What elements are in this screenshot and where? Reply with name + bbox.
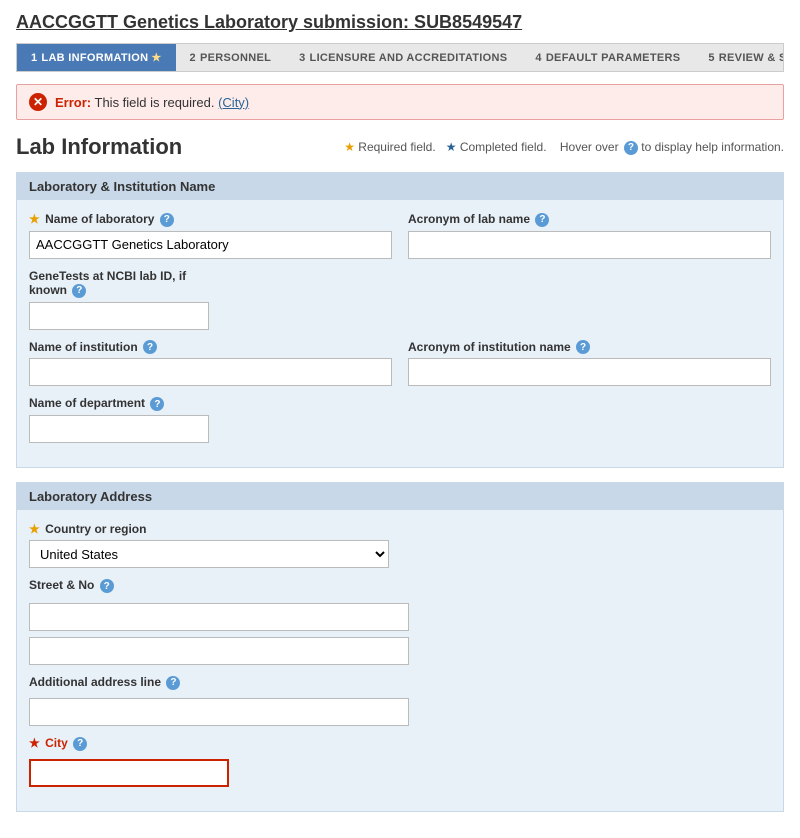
wizard-step-2[interactable]: 2 Personnel [176,44,286,71]
lab-section-title: Laboratory & Institution Name [17,173,783,200]
institution-help-icon[interactable]: ? [143,340,157,354]
acronym-lab-help-icon[interactable]: ? [535,213,549,227]
genetests-help-icon[interactable]: ? [72,284,86,298]
lab-name-label: ★ Name of laboratory ? [29,212,392,227]
step-label-1: Lab Information [41,52,148,64]
country-select-wrapper: United States Canada United Kingdom Aust… [29,540,389,568]
acronym-institution-help-icon[interactable]: ? [576,340,590,354]
step-num-5: 5 [708,52,714,64]
additional-input[interactable] [29,698,409,726]
institution-label: Name of institution ? [29,340,392,355]
country-group: ★ Country or region United States Canada… [29,522,389,568]
lab-name-input[interactable] [29,231,392,259]
additional-label: Additional address line ? [29,675,771,690]
step-num-4: 4 [535,52,541,64]
step-num-2: 2 [190,52,196,64]
lab-form-body: ★ Name of laboratory ? Acronym of lab na… [17,212,783,443]
genetests-label: GeneTests at NCBI lab ID, if known ? [29,269,209,298]
institution-group: Name of institution ? [29,340,392,387]
acronym-lab-group: Acronym of lab name ? [408,212,771,259]
error-icon: ✕ [29,93,47,111]
legend-help-icon[interactable]: ? [624,141,638,155]
street-label: Street & No ? [29,578,771,593]
acronym-lab-input[interactable] [408,231,771,259]
step-num-3: 3 [299,52,305,64]
department-help-icon[interactable]: ? [150,397,164,411]
lab-institution-section: Laboratory & Institution Name ★ Name of … [16,172,784,468]
completed-star-legend: ★ [446,140,457,154]
step-num-1: 1 [31,52,37,64]
step-label-2: Personnel [200,52,271,64]
error-text: Error: This field is required. (City) [55,95,249,110]
required-label: Required field. [358,140,435,154]
error-city-link[interactable]: (City) [218,95,249,110]
form-section-title: Lab Information [16,134,182,160]
department-label: Name of department ? [29,396,209,411]
acronym-lab-label: Acronym of lab name ? [408,212,771,227]
error-banner: ✕ Error: This field is required. (City) [16,84,784,120]
country-select[interactable]: United States Canada United Kingdom Aust… [29,540,389,568]
wizard-step-5[interactable]: 5 Review & Submit [694,44,784,71]
page-title: AACCGGTT Genetics Laboratory submission:… [16,12,784,33]
lab-name-group: ★ Name of laboratory ? [29,212,392,259]
completed-label: Completed field. [460,140,547,154]
wizard-steps: 1 Lab Information ★ 2 Personnel 3 Licens… [16,43,784,72]
lab-name-help-icon[interactable]: ? [160,213,174,227]
street-input-2[interactable] [29,637,409,665]
section-header-row: Lab Information ★ Required field. ★ Comp… [16,134,784,160]
genetests-group: GeneTests at NCBI lab ID, if known ? [29,269,209,330]
country-row: ★ Country or region United States Canada… [29,522,771,568]
department-row: Name of department ? [29,396,771,443]
address-form-body: ★ Country or region United States Canada… [17,522,783,786]
country-label: ★ Country or region [29,522,389,536]
wizard-step-1[interactable]: 1 Lab Information ★ [17,44,176,71]
wizard-step-3[interactable]: 3 Licensure and Accreditations [285,44,521,71]
acronym-institution-group: Acronym of institution name ? [408,340,771,387]
additional-row: Additional address line ? [29,675,771,726]
address-section: Laboratory Address ★ Country or region U… [16,482,784,811]
hover-text: Hover over [560,140,619,154]
genetests-input[interactable] [29,302,209,330]
city-row: ★ City ? [29,736,771,787]
street-row: Street & No ? [29,578,771,665]
step-label-5: Review & Submit [719,52,784,64]
hover-suffix: to display help information. [641,140,784,154]
step-label-3: Licensure and Accreditations [310,52,508,64]
city-help-icon[interactable]: ? [73,737,87,751]
step-label-4: Default Parameters [546,52,681,64]
department-input[interactable] [29,415,209,443]
acronym-institution-input[interactable] [408,358,771,386]
address-section-title: Laboratory Address [17,483,783,510]
required-star-legend: ★ [344,140,355,154]
department-group: Name of department ? [29,396,209,443]
additional-help-icon[interactable]: ? [166,676,180,690]
street-input-1[interactable] [29,603,409,631]
wizard-step-4[interactable]: 4 Default Parameters [521,44,694,71]
acronym-institution-label: Acronym of institution name ? [408,340,771,355]
city-label: ★ City ? [29,736,771,751]
institution-row: Name of institution ? Acronym of institu… [29,340,771,387]
street-help-icon[interactable]: ? [100,579,114,593]
lab-name-row: ★ Name of laboratory ? Acronym of lab na… [29,212,771,259]
genetests-row: GeneTests at NCBI lab ID, if known ? [29,269,771,330]
city-input[interactable] [29,759,229,787]
institution-input[interactable] [29,358,392,386]
legend: ★ Required field. ★ Completed field. Hov… [344,134,784,156]
